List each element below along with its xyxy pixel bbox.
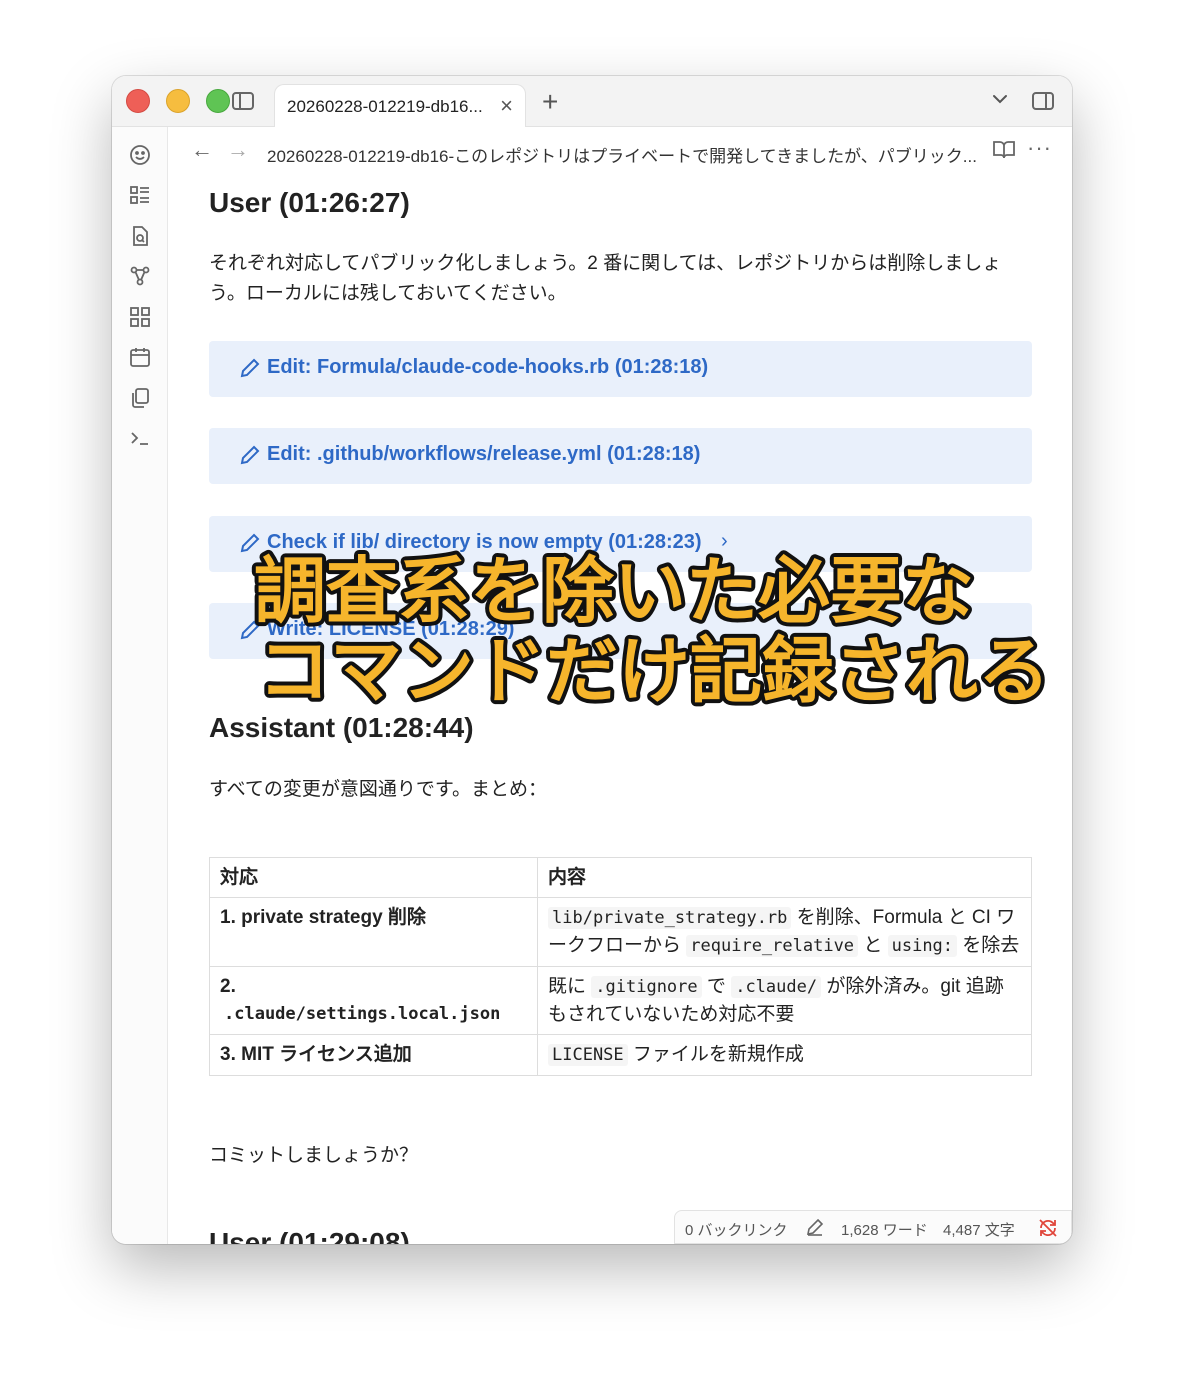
- inline-code: require_relative: [686, 935, 859, 957]
- table-row: 2. .claude/settings.local.json 既に .gitign…: [209, 966, 1032, 1035]
- inline-code: .claude/: [731, 976, 822, 998]
- right-sidebar-toggle-icon[interactable]: [1032, 92, 1054, 110]
- inline-code: lib/private_strategy.rb: [548, 907, 792, 929]
- user-message: それぞれ対応してパブリック化しましょう。2 番に関しては、レポジトリからは削除し…: [209, 253, 1002, 304]
- sync-off-icon[interactable]: [1037, 1217, 1059, 1243]
- smiley-icon[interactable]: [128, 143, 152, 167]
- backlinks-count[interactable]: 0 バックリンク: [685, 1219, 788, 1240]
- callout-check-lib[interactable]: Check if lib/ directory is now empty (01…: [209, 516, 1032, 572]
- title-bar: 20260228-012219-db16... × +: [112, 76, 1072, 128]
- pencil-icon: [239, 357, 261, 384]
- pencil-icon[interactable]: [805, 1217, 825, 1241]
- inline-code: .gitignore: [591, 976, 702, 998]
- inline-code: .claude/settings.local.json: [224, 1004, 501, 1024]
- word-count: 1,628 ワード: [841, 1222, 928, 1239]
- callout-edit-formula[interactable]: Edit: Formula/claude-code-hooks.rb (01:2…: [209, 341, 1032, 397]
- ribbon: [112, 127, 168, 1244]
- back-arrow-icon[interactable]: ←: [191, 137, 213, 163]
- table-cell: 3. MIT ライセンス追加: [209, 1034, 538, 1076]
- table-header: 内容: [537, 857, 1032, 898]
- inline-code: using:: [887, 935, 958, 957]
- table-row: 3. MIT ライセンス追加 LICENSE ファイルを新規作成: [209, 1034, 1032, 1076]
- tab-active[interactable]: 20260228-012219-db16... ×: [274, 84, 526, 128]
- callout-title: Edit: .github/workflows/release.yml (01:…: [267, 443, 701, 465]
- grid-icon[interactable]: [128, 305, 152, 329]
- table-cell: 2. .claude/settings.local.json: [209, 966, 538, 1035]
- file-search-icon[interactable]: [128, 224, 152, 248]
- document-title[interactable]: 20260228-012219-db16-このレポジトリはプライベートで開発して…: [267, 142, 977, 167]
- table-cell: LICENSE ファイルを新規作成: [537, 1034, 1032, 1076]
- callout-edit-workflow[interactable]: Edit: .github/workflows/release.yml (01:…: [209, 428, 1032, 484]
- pencil-icon: [239, 532, 261, 559]
- user-heading-2: User (01:29:08): [209, 1227, 410, 1244]
- forward-arrow-icon[interactable]: →: [227, 137, 249, 163]
- cell-text: 既に: [548, 976, 592, 997]
- more-options-icon[interactable]: ···: [1027, 135, 1052, 161]
- cell-text: ファイルを新規作成: [627, 1044, 804, 1065]
- cell-text: 1. private strategy 削除: [220, 907, 426, 928]
- status-bar: 0 バックリンク 1,628 ワード 4,487 文字: [674, 1210, 1072, 1244]
- chevron-right-icon[interactable]: ›: [721, 530, 728, 553]
- table-cell: 既に .gitignore で .claude/ が除外済み。git 追跡もされ…: [537, 966, 1032, 1035]
- cell-text: を除去: [957, 935, 1020, 956]
- minimize-window-button[interactable]: [166, 89, 190, 113]
- closing-question: コミットしましょうか？: [209, 1145, 419, 1166]
- pencil-icon: [239, 619, 261, 646]
- calendar-icon[interactable]: [128, 345, 152, 369]
- callout-title: Write: LICENSE (01:28:29): [267, 618, 515, 640]
- view-header: ← → 20260228-012219-db16-このレポジトリはプライベートで…: [169, 127, 1072, 177]
- book-open-icon[interactable]: [993, 139, 1015, 164]
- assistant-message: すべての変更が意図通りです。まとめ：: [209, 779, 548, 800]
- tab-close-icon[interactable]: ×: [500, 93, 513, 119]
- left-sidebar-toggle-icon[interactable]: [232, 92, 254, 110]
- chevron-down-icon[interactable]: [992, 88, 1008, 109]
- terminal-icon[interactable]: [128, 426, 152, 450]
- callout-write-license[interactable]: Write: LICENSE (01:28:29): [209, 603, 1032, 659]
- graph-icon[interactable]: [128, 264, 152, 288]
- callout-title: Edit: Formula/claude-code-hooks.rb (01:2…: [267, 356, 709, 378]
- cell-text: で: [701, 976, 732, 997]
- inline-code: LICENSE: [548, 1044, 628, 1066]
- callout-title: Check if lib/ directory is now empty (01…: [267, 531, 702, 553]
- list-icon[interactable]: [128, 183, 152, 207]
- cell-text: 2.: [220, 976, 236, 997]
- char-count: 4,487 文字: [943, 1222, 1015, 1239]
- new-tab-button[interactable]: +: [542, 86, 558, 118]
- summary-table: 対応 内容 1. private strategy 削除 lib/private…: [209, 857, 1032, 1076]
- table-row: 1. private strategy 削除 lib/private_strat…: [209, 897, 1032, 967]
- close-window-button[interactable]: [126, 89, 150, 113]
- copy-icon[interactable]: [128, 386, 152, 410]
- cell-text: 3. MIT ライセンス追加: [220, 1044, 412, 1065]
- maximize-window-button[interactable]: [206, 89, 230, 113]
- pencil-icon: [239, 444, 261, 471]
- tab-title: 20260228-012219-db16...: [287, 97, 483, 116]
- table-header-row: 対応 内容: [209, 857, 1032, 898]
- app-window: 20260228-012219-db16... × + ← → 20260228…: [112, 76, 1072, 1244]
- table-cell: lib/private_strategy.rb を削除、Formula と CI…: [537, 897, 1032, 967]
- note-content: User (01:26:27) それぞれ対応してパブリック化しましょう。2 番に…: [209, 177, 1035, 1244]
- table-header: 対応: [209, 857, 538, 898]
- table-cell: 1. private strategy 削除: [209, 897, 538, 967]
- assistant-heading: Assistant (01:28:44): [209, 712, 474, 743]
- cell-text: と: [858, 935, 888, 956]
- user-heading: User (01:26:27): [209, 187, 410, 218]
